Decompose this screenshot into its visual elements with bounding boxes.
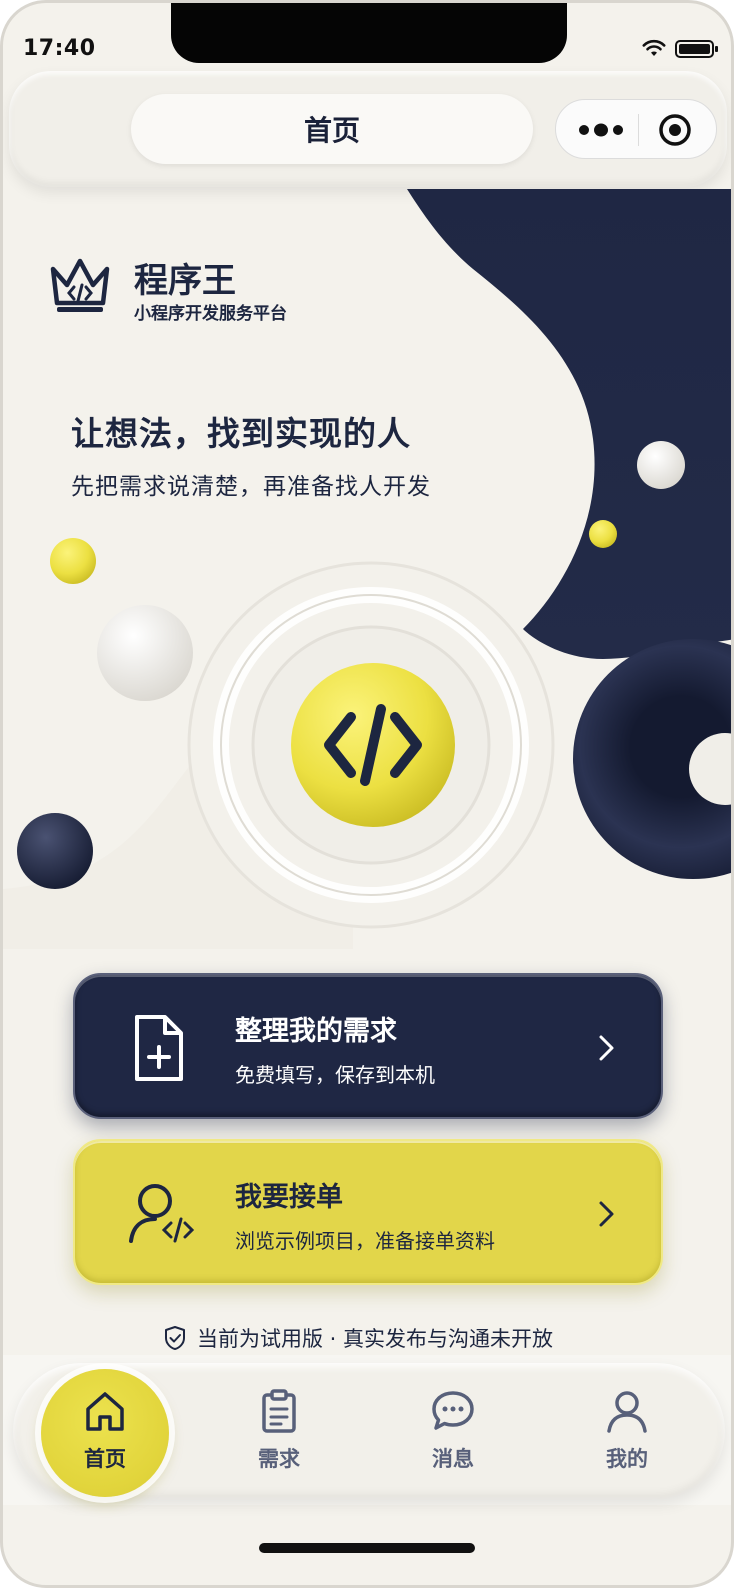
wifi-icon xyxy=(642,39,666,56)
close-miniprogram-icon[interactable] xyxy=(658,113,692,147)
hero-headline: 让想法，找到实现的人 xyxy=(71,414,411,453)
tab-home[interactable]: 首页 xyxy=(35,1363,175,1499)
card-description: 浏览示例项目，准备接单资料 xyxy=(235,1229,495,1253)
card-title: 我要接单 xyxy=(235,1182,343,1213)
status-bar: 17:40 xyxy=(3,3,731,73)
tab-label: 首页 xyxy=(84,1447,126,1471)
developer-user-icon xyxy=(129,1184,195,1243)
device-notch xyxy=(171,3,567,63)
tab-profile[interactable]: 我的 xyxy=(557,1363,697,1499)
shield-check-icon xyxy=(165,1326,185,1350)
clipboard-icon xyxy=(262,1389,296,1433)
trial-notice: 当前为试用版 · 真实发布与沟通未开放 xyxy=(163,1323,553,1353)
tab-label: 需求 xyxy=(258,1447,300,1471)
document-plus-icon xyxy=(135,1015,183,1081)
home-indicator xyxy=(259,1543,475,1553)
trial-notice-text: 当前为试用版 · 真实发布与沟通未开放 xyxy=(197,1327,554,1351)
phone-screen: 17:40 首页 程序王 小程序开发服务平台 让想法，找到实现的人 先把需求说清… xyxy=(0,0,734,1588)
status-time: 17:40 xyxy=(23,36,96,61)
hero-subline: 先把需求说清楚，再准备找人开发 xyxy=(71,474,431,500)
home-icon xyxy=(86,1392,124,1431)
battery-icon xyxy=(675,40,718,58)
chat-bubble-icon xyxy=(432,1391,474,1430)
chevron-right-icon xyxy=(599,1035,614,1061)
tab-label: 我的 xyxy=(606,1447,648,1471)
take-orders-card[interactable]: 我要接单 浏览示例项目，准备接单资料 xyxy=(73,1139,663,1285)
brand-subtitle: 小程序开发服务平台 xyxy=(134,304,287,324)
miniprogram-capsule xyxy=(555,99,717,159)
organize-requirements-card[interactable]: 整理我的需求 免费填写，保存到本机 xyxy=(73,973,663,1119)
capsule-divider xyxy=(638,114,639,146)
tab-label: 消息 xyxy=(432,1447,474,1471)
user-icon xyxy=(607,1391,647,1433)
card-title: 整理我的需求 xyxy=(235,1016,397,1047)
brand-name: 程序王 xyxy=(134,261,236,301)
crown-logo-icon xyxy=(50,258,110,312)
page-title: 首页 xyxy=(131,94,533,164)
more-icon[interactable] xyxy=(576,122,626,138)
tab-messages[interactable]: 消息 xyxy=(383,1363,523,1499)
tab-requirements[interactable]: 需求 xyxy=(209,1363,349,1499)
card-description: 免费填写，保存到本机 xyxy=(235,1063,435,1087)
chevron-right-icon xyxy=(599,1201,614,1227)
